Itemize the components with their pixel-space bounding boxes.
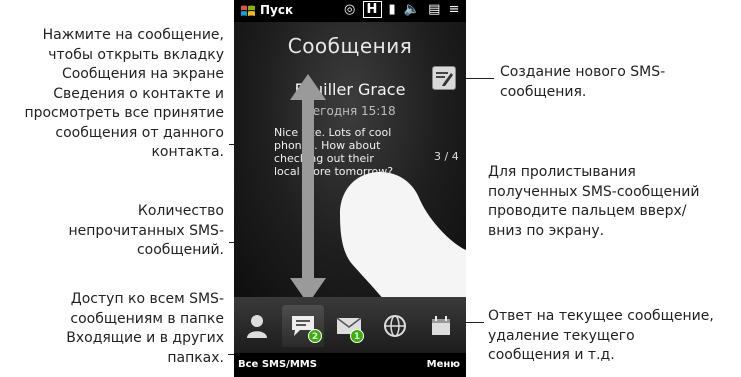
calendar-tab[interactable] (420, 305, 462, 347)
email-tab[interactable]: 1 (328, 305, 370, 347)
h-data-icon[interactable]: H (363, 1, 383, 18)
swipe-arrow-icon (290, 74, 326, 304)
finger-gesture-icon (340, 172, 466, 318)
menu-icon[interactable]: ≡ (449, 2, 462, 17)
callout-unread-count: Количество непрочитанных SMS- сообщений. (68, 203, 224, 258)
page-title: Сообщения (287, 34, 413, 58)
tab-bar: 2 1 (234, 297, 466, 353)
callout-new-sms: Создание нового SMS- сообщения. (500, 64, 666, 100)
menu-softkey[interactable]: Меню (427, 359, 460, 370)
unread-email-badge: 1 (350, 329, 364, 343)
message-counter: 3 / 4 (434, 150, 459, 163)
callout-swipe: Для пролистывания полученных SMS-сообщен… (488, 164, 700, 239)
leader-line (462, 78, 494, 79)
callout-open-contact-tab: Нажмите на сообщение, чтобы открыть вкла… (24, 27, 224, 160)
status-icons: ◎ H ▮ 🔈 ▤ ≡ (344, 1, 462, 18)
softkey-bar: Все SMS/MMS Меню (234, 353, 466, 377)
windows-logo-icon[interactable] (240, 3, 256, 19)
unread-sms-badge: 2 (308, 329, 322, 343)
callout-menu: Ответ на текущее сообщение, удаление тек… (488, 308, 714, 363)
status-bar: Пуск ◎ H ▮ 🔈 ▤ ≡ (234, 0, 466, 22)
sms-tab[interactable]: 2 (282, 305, 324, 347)
all-sms-mms-softkey[interactable]: Все SMS/MMS (238, 359, 317, 370)
calendar-icon (432, 316, 450, 335)
battery-icon[interactable]: ▤ (428, 2, 442, 17)
contact-name[interactable]: Fouiller Grace (234, 80, 466, 99)
speaker-icon[interactable]: 🔈 (404, 2, 422, 17)
signal-icon[interactable]: ▮ (389, 2, 398, 17)
message-time: Сегодня 15:18 (304, 104, 396, 118)
globe-icon (384, 315, 406, 337)
messages-panel[interactable]: Сообщения Fouiller Grace Сегодня 15:18 N… (234, 22, 466, 318)
person-icon (247, 315, 267, 338)
callout-all-messages: Доступ ко всем SMS- сообщениям в папке В… (66, 291, 224, 366)
contact-tab[interactable] (236, 305, 278, 347)
internet-tab[interactable] (374, 305, 416, 347)
chat-icon[interactable]: ◎ (344, 2, 357, 17)
start-label[interactable]: Пуск (260, 3, 293, 17)
phone-screen: Пуск ◎ H ▮ 🔈 ▤ ≡ Сообщения Fouiller Grac… (234, 0, 466, 377)
